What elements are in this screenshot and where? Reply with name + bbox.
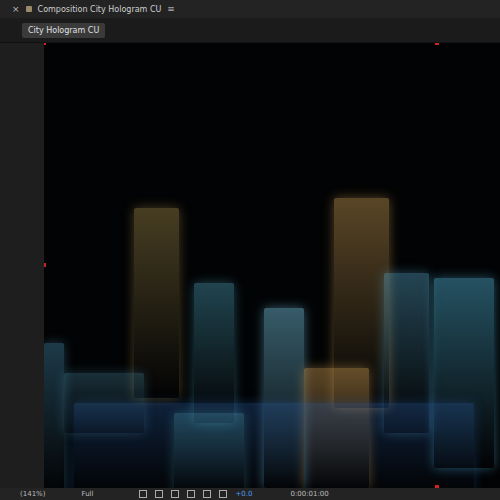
resolution-menu[interactable]: Full [81, 490, 93, 498]
tab-bar: City Hologram CU [0, 18, 500, 43]
viewer-toolbar: (141%) Full +0.0 0:00:01:00 [0, 488, 500, 500]
close-button[interactable]: × [12, 4, 20, 14]
panel-header: × Composition City Hologram CU ≡ [0, 0, 500, 18]
lock-icon[interactable] [26, 6, 32, 12]
color-wheel-icon[interactable] [203, 490, 211, 498]
composition-viewer[interactable] [44, 43, 500, 488]
viewer-area [0, 43, 500, 488]
guides-icon[interactable] [187, 490, 195, 498]
layer-handle[interactable] [435, 485, 439, 488]
exposure-value[interactable]: +0.0 [235, 490, 252, 498]
hologram-shape [334, 198, 389, 408]
layer-handle[interactable] [435, 43, 439, 45]
layer-handle[interactable] [44, 43, 46, 45]
hologram-shape [134, 208, 179, 398]
hologram-shape [64, 373, 144, 433]
hologram-shape [174, 413, 244, 488]
hologram-shape [44, 343, 64, 488]
transparency-grid-icon[interactable] [155, 490, 163, 498]
hologram-shape [194, 283, 234, 423]
timecode[interactable]: 0:00:01:00 [290, 490, 328, 498]
region-icon[interactable] [139, 490, 147, 498]
camera-icon[interactable] [219, 490, 227, 498]
layer-handle[interactable] [44, 263, 46, 267]
viewer-gutter [0, 43, 44, 488]
panel-title: Composition City Hologram CU [38, 5, 162, 14]
composition-tab[interactable]: City Hologram CU [22, 23, 105, 38]
panel-menu-button[interactable]: ≡ [167, 4, 175, 14]
mask-icon[interactable] [171, 490, 179, 498]
zoom-menu[interactable]: (141%) [20, 490, 45, 498]
